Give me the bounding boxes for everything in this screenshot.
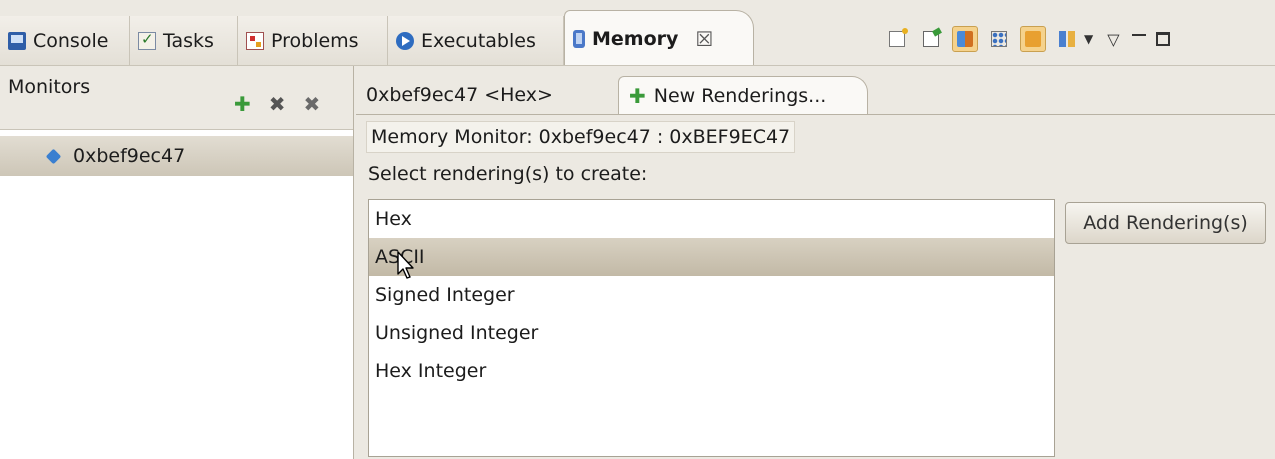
view-menu-icon[interactable]: ▽ xyxy=(1107,30,1119,49)
tab-executables-label: Executables xyxy=(421,30,536,52)
add-rendering-button[interactable]: Add Rendering(s) xyxy=(1065,202,1266,244)
list-item-unsigned-integer[interactable]: Unsigned Integer xyxy=(369,314,1054,352)
toggle-grid-icon xyxy=(991,31,1007,47)
problems-icon xyxy=(246,32,264,50)
link-rendering-icon xyxy=(957,31,973,47)
new-renderings-panel: Memory Monitor: 0xbef9ec47 : 0xBEF9EC47 … xyxy=(356,114,1275,459)
rendering-columns-button[interactable] xyxy=(1054,26,1080,52)
monitor-item-label: 0xbef9ec47 xyxy=(73,145,186,167)
close-icon[interactable]: ☒ xyxy=(695,27,713,51)
monitors-title: Monitors xyxy=(8,76,91,98)
view-tab-bar: Console Tasks Problems Executables Memor… xyxy=(0,0,1275,66)
rendering-pane: 0xbef9ec47 <Hex> ✚ New Renderings... Mem… xyxy=(356,66,1275,459)
mouse-cursor-icon xyxy=(397,251,414,279)
monitors-pane: Monitors ✚ ✖ ✖ 0xbef9ec47 xyxy=(0,66,354,459)
monitors-header: Monitors ✚ ✖ ✖ xyxy=(0,66,353,130)
tab-memory[interactable]: Memory ☒ xyxy=(564,10,754,66)
list-item-hex[interactable]: Hex xyxy=(369,200,1054,238)
memory-monitor-label: Memory Monitor: 0xbef9ec47 : 0xBEF9EC47 xyxy=(366,121,796,153)
add-monitor-icon[interactable]: ✚ xyxy=(234,92,251,116)
rendering-list[interactable]: Hex ASCII Signed Integer Unsigned Intege… xyxy=(368,199,1055,457)
link-rendering-button[interactable] xyxy=(952,26,978,52)
monitor-diamond-icon xyxy=(45,148,62,164)
list-item-hex-integer[interactable]: Hex Integer xyxy=(369,352,1054,390)
memory-view-toolbar: ▼ ▽ xyxy=(884,26,1176,52)
list-item-signed-integer[interactable]: Signed Integer xyxy=(369,276,1054,314)
tab-tasks[interactable]: Tasks xyxy=(130,16,238,66)
tab-executables[interactable]: Executables xyxy=(388,16,564,66)
maximize-icon[interactable] xyxy=(1155,32,1170,46)
new-monitor-button[interactable] xyxy=(884,26,910,52)
tab-console-label: Console xyxy=(33,30,109,52)
tasks-icon xyxy=(138,30,156,50)
swap-rendering-icon xyxy=(1025,31,1041,47)
rendering-columns-icon xyxy=(1059,31,1075,47)
console-icon xyxy=(8,32,26,50)
list-item-ascii[interactable]: ASCII xyxy=(369,238,1054,276)
tab-new-renderings[interactable]: ✚ New Renderings... xyxy=(618,76,868,114)
monitors-toolbar: ✚ ✖ ✖ xyxy=(234,92,320,116)
columns-dropdown-icon[interactable]: ▼ xyxy=(1084,32,1093,46)
tab-console[interactable]: Console xyxy=(0,16,130,66)
monitor-item[interactable]: 0xbef9ec47 xyxy=(0,136,353,176)
new-rendering-plus-icon: ✚ xyxy=(629,83,646,108)
pin-memory-button[interactable] xyxy=(918,26,944,52)
tab-tasks-label: Tasks xyxy=(163,30,214,52)
tab-problems[interactable]: Problems xyxy=(238,16,388,66)
tab-memory-label: Memory xyxy=(592,27,679,50)
remove-monitor-icon[interactable]: ✖ xyxy=(269,92,286,116)
toggle-grid-button[interactable] xyxy=(986,26,1012,52)
tab-hex-rendering[interactable]: 0xbef9ec47 <Hex> xyxy=(356,76,618,114)
pin-memory-icon xyxy=(923,31,939,47)
tab-new-renderings-label: New Renderings... xyxy=(653,84,827,107)
memory-icon xyxy=(573,29,585,48)
select-rendering-label: Select rendering(s) to create: xyxy=(368,163,648,185)
tab-hex-rendering-label: 0xbef9ec47 <Hex> xyxy=(366,84,553,106)
remove-all-monitors-icon[interactable]: ✖ xyxy=(304,92,321,116)
swap-rendering-button[interactable] xyxy=(1020,26,1046,52)
tab-problems-label: Problems xyxy=(271,30,359,52)
executables-icon xyxy=(396,32,414,50)
new-monitor-icon xyxy=(889,28,908,47)
minimize-icon[interactable] xyxy=(1131,34,1146,38)
